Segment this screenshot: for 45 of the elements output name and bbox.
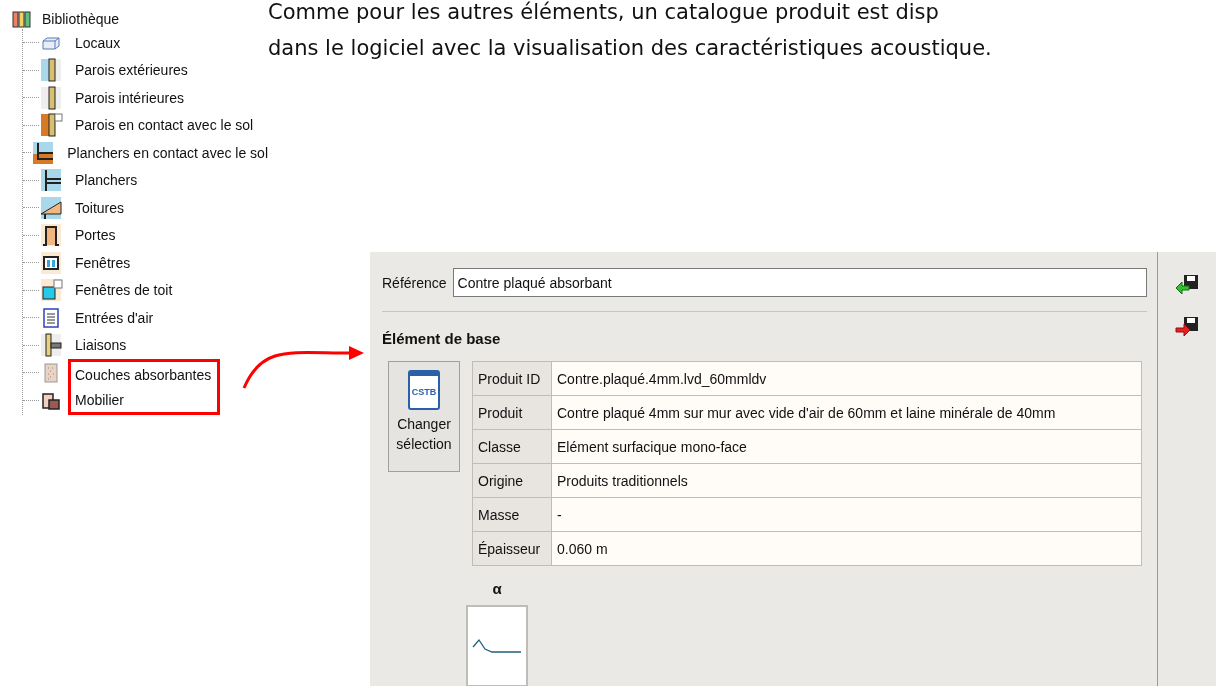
tree-item[interactable]: Liaisons (75, 337, 127, 354)
property-label: Origine (472, 463, 552, 498)
property-value: Elément surfacique mono-face (551, 429, 1142, 464)
tree-item[interactable]: Parois extérieures (75, 62, 188, 79)
property-value: Contre.plaqué.4mm.lvd_60mmldv (551, 361, 1142, 396)
property-value: - (551, 497, 1142, 532)
tree-item[interactable]: Parois intérieures (75, 89, 184, 106)
junction-icon (39, 333, 63, 358)
window-icon (39, 250, 63, 275)
property-label: Épaisseur (472, 531, 552, 566)
tree-item[interactable]: Planchers en contact avec le sol (67, 144, 268, 161)
tree-item[interactable]: Planchers (75, 172, 138, 189)
floor-icon (31, 140, 56, 165)
window-icon (39, 278, 63, 303)
wall-icon (39, 58, 63, 83)
curve-thumbnail[interactable] (466, 605, 528, 686)
tree-item[interactable]: Portes (75, 227, 116, 244)
floor-icon (39, 168, 63, 193)
property-label: Produit (472, 395, 552, 430)
books-icon (12, 10, 32, 28)
door-icon (39, 223, 63, 248)
tree-item[interactable]: Toitures (75, 199, 125, 216)
property-value: Contre plaqué 4mm sur mur avec vide d'air de 60mm et laine minérale de 40mm (551, 395, 1142, 430)
property-label: Masse (472, 497, 552, 532)
roof-icon (39, 195, 63, 220)
property-value: 0.060 m (551, 531, 1142, 566)
description-paragraph: Comme pour les autres éléments, un catalogue produit est disp dans le logiciel avec la visualisation des caractéristiques acoustique. (268, 0, 993, 62)
wall-icon (39, 85, 63, 110)
property-label: Classe (472, 429, 552, 464)
tree-item[interactable]: Entrées d'air (75, 309, 154, 326)
tree-item[interactable]: Couches absorbantes (75, 362, 212, 387)
reference-field[interactable]: Contre plaqué absorbant (452, 268, 1147, 297)
tree-item[interactable]: Locaux (75, 34, 121, 51)
change-selection-button[interactable]: CSTB Changer sélection (388, 361, 460, 472)
tree-item[interactable]: Fenêtres de toit (75, 282, 173, 299)
tree-item[interactable]: Bibliothèque (42, 11, 120, 27)
section-title: Élément de base (382, 330, 502, 347)
wall-icon (39, 113, 63, 138)
property-label: Produit ID (472, 361, 552, 396)
property-value: Produits traditionnels (551, 463, 1142, 498)
alpha-label: α (491, 580, 503, 597)
tree-item[interactable]: Mobilier (75, 387, 212, 412)
reference-label: Référence (382, 274, 447, 291)
tree-item[interactable]: Parois en contact avec le sol (75, 117, 254, 134)
tree-item[interactable]: Fenêtres (75, 254, 131, 271)
